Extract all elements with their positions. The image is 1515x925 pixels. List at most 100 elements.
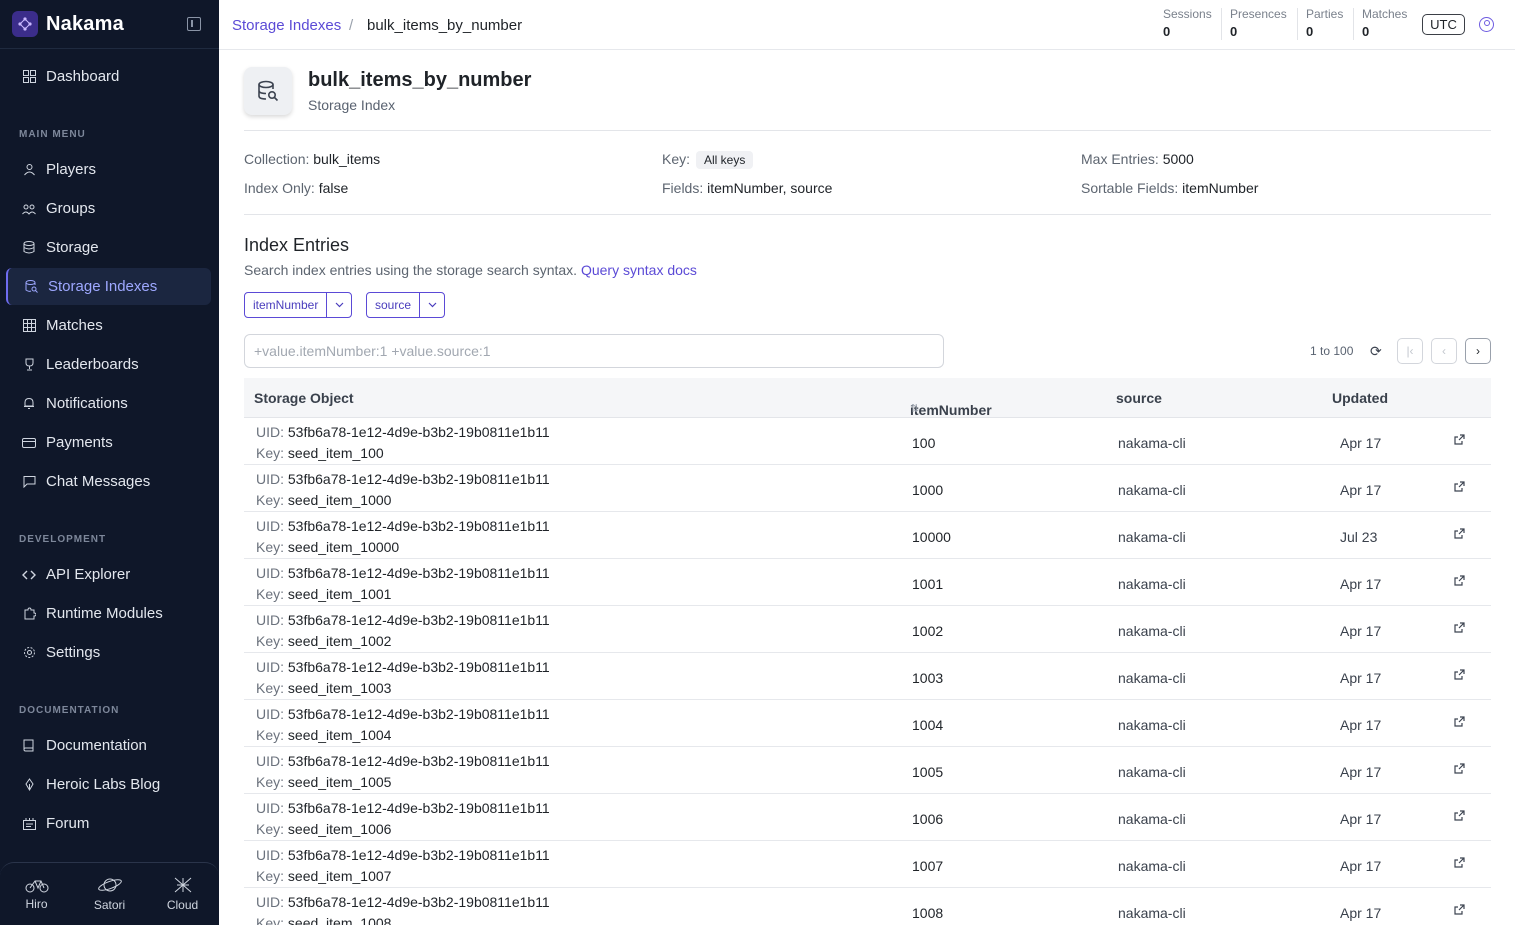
external-link-icon[interactable] [1454, 669, 1465, 680]
first-page-icon: |‹ [1406, 344, 1414, 358]
row-source: nakama-cli [1118, 905, 1186, 921]
table-row[interactable]: UID: 53fb6a78-1e12-4d9e-b3b2-19b0811e1b1… [244, 700, 1491, 747]
external-link-icon[interactable] [1454, 763, 1465, 774]
row-uid: UID: 53fb6a78-1e12-4d9e-b3b2-19b0811e1b1… [256, 753, 550, 769]
external-link-icon[interactable] [1454, 528, 1465, 539]
sidebar-item-groups[interactable]: Groups [6, 190, 211, 227]
collapse-sidebar-icon[interactable] [187, 17, 201, 31]
chevron-down-icon[interactable] [327, 293, 351, 317]
row-updated: Apr 17 [1340, 576, 1382, 592]
external-link-icon[interactable] [1454, 716, 1465, 727]
product-satori[interactable]: Satori [73, 863, 146, 925]
sidebar-item-heroic-labs-blog[interactable]: Heroic Labs Blog [6, 766, 211, 803]
chevron-right-icon: › [1476, 344, 1480, 358]
table-row[interactable]: UID: 53fb6a78-1e12-4d9e-b3b2-19b0811e1b1… [244, 418, 1491, 465]
sidebar-item-storage[interactable]: Storage [6, 229, 211, 266]
brand[interactable]: Nakama [0, 0, 219, 49]
sidebar-item-api-explorer[interactable]: API Explorer [6, 556, 211, 593]
page-subtitle: Storage Index [308, 97, 396, 113]
table-row[interactable]: UID: 53fb6a78-1e12-4d9e-b3b2-19b0811e1b1… [244, 465, 1491, 512]
table-header: Storage Object itemNumber ⇅ source Updat… [244, 378, 1491, 418]
first-page-button[interactable]: |‹ [1397, 338, 1423, 364]
breadcrumb-current: bulk_items_by_number [367, 17, 523, 34]
sidebar-item-forum[interactable]: Forum [6, 805, 211, 842]
planet-icon [97, 878, 122, 892]
grid-icon [22, 319, 36, 333]
query-syntax-link[interactable]: Query syntax docs [581, 262, 697, 278]
refresh-icon[interactable]: ⟳ [1370, 343, 1382, 360]
table-row[interactable]: UID: 53fb6a78-1e12-4d9e-b3b2-19b0811e1b1… [244, 653, 1491, 700]
table-row[interactable]: UID: 53fb6a78-1e12-4d9e-b3b2-19b0811e1b1… [244, 606, 1491, 653]
sidebar-item-leaderboards[interactable]: Leaderboards [6, 346, 211, 383]
table-row[interactable]: UID: 53fb6a78-1e12-4d9e-b3b2-19b0811e1b1… [244, 888, 1491, 925]
row-updated: Jul 23 [1340, 529, 1378, 545]
row-itemnumber: 1008 [912, 905, 944, 921]
prev-page-button[interactable]: ‹ [1431, 338, 1457, 364]
code-icon [22, 568, 36, 582]
sidebar-item-label: Storage Indexes [48, 278, 158, 295]
row-updated: Apr 17 [1340, 435, 1382, 451]
product-cloud[interactable]: Cloud [146, 863, 219, 925]
row-key: Key: seed_item_10000 [256, 539, 400, 555]
row-itemnumber: 1004 [912, 717, 944, 733]
breadcrumb-storage-indexes[interactable]: Storage Indexes [232, 17, 341, 34]
column-source: source [1116, 390, 1162, 406]
row-key: Key: seed_item_1003 [256, 680, 392, 696]
sidebar-item-notifications[interactable]: Notifications [6, 385, 211, 422]
external-link-icon[interactable] [1454, 575, 1465, 586]
stat-divider [1297, 8, 1298, 40]
sidebar-item-label: Settings [46, 644, 101, 661]
table-row[interactable]: UID: 53fb6a78-1e12-4d9e-b3b2-19b0811e1b1… [244, 841, 1491, 888]
pen-icon [22, 778, 36, 792]
search-input[interactable] [244, 334, 944, 368]
next-page-button[interactable]: › [1465, 338, 1491, 364]
external-link-icon[interactable] [1454, 904, 1465, 915]
sidebar-item-payments[interactable]: Payments [6, 424, 211, 461]
external-link-icon[interactable] [1454, 481, 1465, 492]
external-link-icon[interactable] [1454, 810, 1465, 821]
sidebar-item-label: Matches [46, 317, 103, 334]
row-key: Key: seed_item_1004 [256, 727, 392, 743]
chevron-left-icon: ‹ [1442, 344, 1446, 358]
table-row[interactable]: UID: 53fb6a78-1e12-4d9e-b3b2-19b0811e1b1… [244, 559, 1491, 606]
row-source: nakama-cli [1118, 576, 1186, 592]
field-chip-itemnumber[interactable]: itemNumber [244, 292, 353, 318]
product-switcher: Hiro Satori Cloud [0, 862, 219, 925]
section-description: Search index entries using the storage s… [244, 262, 697, 278]
sidebar-item-settings[interactable]: Settings [6, 634, 211, 671]
row-uid: UID: 53fb6a78-1e12-4d9e-b3b2-19b0811e1b1… [256, 800, 550, 816]
field-chip-source[interactable]: source [366, 292, 446, 318]
chevron-down-icon[interactable] [420, 293, 444, 317]
sidebar-item-label: Runtime Modules [46, 605, 163, 622]
row-key: Key: seed_item_1007 [256, 868, 392, 884]
table-row[interactable]: UID: 53fb6a78-1e12-4d9e-b3b2-19b0811e1b1… [244, 747, 1491, 794]
row-key: Key: seed_item_1002 [256, 633, 392, 649]
sidebar-item-matches[interactable]: Matches [6, 307, 211, 344]
card-icon [22, 436, 36, 450]
external-link-icon[interactable] [1454, 622, 1465, 633]
sidebar-item-label: Heroic Labs Blog [46, 776, 161, 793]
chat-icon [22, 475, 36, 489]
sidebar-item-dashboard[interactable]: Dashboard [6, 58, 211, 95]
sidebar-item-players[interactable]: Players [6, 151, 211, 188]
main-content: bulk_items_by_number Storage Index Colle… [219, 50, 1515, 925]
row-updated: Apr 17 [1340, 905, 1382, 921]
row-source: nakama-cli [1118, 764, 1186, 780]
sidebar-item-runtime-modules[interactable]: Runtime Modules [6, 595, 211, 632]
detail-key: Key: All keys [662, 151, 754, 169]
sidebar-item-chat-messages[interactable]: Chat Messages [6, 463, 211, 500]
table-body: UID: 53fb6a78-1e12-4d9e-b3b2-19b0811e1b1… [244, 418, 1491, 925]
product-hiro[interactable]: Hiro [0, 863, 73, 925]
breadcrumb-separator: / [349, 17, 354, 34]
account-icon[interactable] [1479, 17, 1494, 32]
sidebar-item-storage-indexes[interactable]: Storage Indexes [6, 268, 211, 305]
sidebar-item-documentation[interactable]: Documentation [6, 727, 211, 764]
external-link-icon[interactable] [1454, 434, 1465, 445]
timezone-toggle[interactable]: UTC [1422, 14, 1465, 35]
external-link-icon[interactable] [1454, 857, 1465, 868]
row-itemnumber: 1007 [912, 858, 944, 874]
product-label: Hiro [25, 897, 48, 911]
table-row[interactable]: UID: 53fb6a78-1e12-4d9e-b3b2-19b0811e1b1… [244, 512, 1491, 559]
row-uid: UID: 53fb6a78-1e12-4d9e-b3b2-19b0811e1b1… [256, 847, 550, 863]
table-row[interactable]: UID: 53fb6a78-1e12-4d9e-b3b2-19b0811e1b1… [244, 794, 1491, 841]
